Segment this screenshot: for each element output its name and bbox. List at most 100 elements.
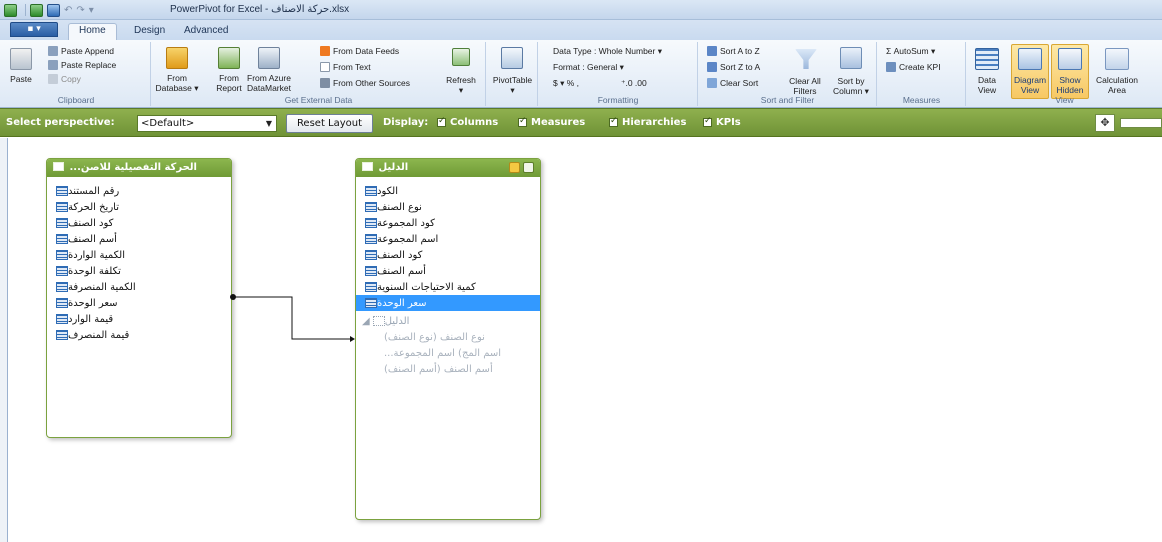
table-directory[interactable]: الدليل الكود نوع الصنف كود المجموعة اسم … xyxy=(355,158,541,520)
table-column[interactable]: الكمية الواردة xyxy=(47,247,231,263)
paste-replace-button[interactable]: Paste Replace xyxy=(48,59,116,71)
decimal-buttons[interactable]: ⁺.0 .00 xyxy=(621,77,647,89)
pan-zoom-icon[interactable]: ✥ xyxy=(1095,114,1115,132)
table-column[interactable]: كود الصنف xyxy=(47,215,231,231)
column-icon xyxy=(56,266,68,276)
minimize-table-icon[interactable] xyxy=(523,162,534,173)
clear-sort-button[interactable]: Clear Sort xyxy=(707,77,758,89)
tab-design[interactable]: Design xyxy=(134,24,165,40)
measures-checkbox[interactable]: Measures xyxy=(518,116,585,128)
hierarchy-level[interactable]: ...اسم المج) اسم المجموعة xyxy=(356,345,540,361)
from-database-line2: Database ▾ xyxy=(155,83,199,93)
paste-button[interactable]: Paste xyxy=(4,74,38,84)
sort-by-column-button[interactable]: Sort by Column ▾ xyxy=(827,76,875,96)
from-database-button[interactable]: From Database ▾ xyxy=(152,73,202,93)
customize-qat-icon[interactable]: ▾ xyxy=(89,5,94,16)
from-azure-datamarket-button[interactable]: From Azure DataMarket xyxy=(246,73,292,93)
table-column[interactable]: تكلفة الوحدة xyxy=(47,263,231,279)
copy-button[interactable]: Copy xyxy=(48,73,81,85)
clear-all-filters-button[interactable]: Clear All Filters xyxy=(783,76,827,96)
table-movements-detail[interactable]: ...الحركة التفصيلية للاصن رقم المستند تا… xyxy=(46,158,232,438)
columns-checkbox[interactable]: Columns xyxy=(437,116,498,128)
table-column[interactable]: قيمة المنصرف xyxy=(47,327,231,343)
table-column-selected[interactable]: سعر الوحدة xyxy=(356,295,540,311)
calculation-area-button[interactable]: Calculation Area xyxy=(1093,75,1141,95)
perspective-dropdown[interactable]: <Default> ▼ xyxy=(137,115,277,132)
column-icon xyxy=(56,314,68,324)
hierarchies-checkbox[interactable]: Hierarchies xyxy=(609,116,686,128)
paste-icon[interactable] xyxy=(10,48,32,70)
from-text-button[interactable]: From Text xyxy=(320,61,371,73)
hierarchy-level[interactable]: (أسم الصنف) أسم الصنف xyxy=(356,361,540,377)
save-icon[interactable] xyxy=(47,3,60,17)
table-column[interactable]: كود الصنف xyxy=(356,247,540,263)
tab-home[interactable]: Home xyxy=(68,23,117,41)
pivottable-button[interactable]: PivotTable ▾ xyxy=(487,75,538,95)
measures-group: Σ AutoSum ▾ Create KPI Measures xyxy=(878,42,966,106)
external-data-group-label: Get External Data xyxy=(284,95,353,105)
sort-by-line1: Sort by xyxy=(837,76,865,86)
column-name: الكمية الواردة xyxy=(68,249,125,261)
maximize-table-icon[interactable] xyxy=(509,162,520,173)
hierarchy-expand-icon[interactable]: ◢ xyxy=(362,316,370,327)
table-column[interactable]: الكمية المنصرفة xyxy=(47,279,231,295)
column-name: رقم المستند xyxy=(68,185,120,197)
file-menu-button[interactable]: ▪ ▾ xyxy=(10,22,58,37)
table-column[interactable]: أسم الصنف xyxy=(47,231,231,247)
from-other-sources-button[interactable]: From Other Sources xyxy=(320,77,410,89)
column-name: تاريخ الحركة xyxy=(68,201,119,213)
data-type-dropdown[interactable]: Data Type : Whole Number ▾ xyxy=(553,45,662,57)
column-name: كود المجموعة xyxy=(377,217,435,229)
create-kpi-button[interactable]: Create KPI xyxy=(886,61,941,73)
column-icon xyxy=(56,250,68,260)
table-column[interactable]: نوع الصنف xyxy=(356,199,540,215)
column-name: أسم الصنف xyxy=(68,233,117,245)
data-view-button[interactable]: Data View xyxy=(971,75,1003,95)
table-header[interactable]: ...الحركة التفصيلية للاصن xyxy=(47,159,231,177)
excel-switch-icon[interactable] xyxy=(30,3,43,17)
table-column[interactable]: قيمة الوارد xyxy=(47,311,231,327)
table-column[interactable]: تاريخ الحركة xyxy=(47,199,231,215)
autosum-button[interactable]: Σ AutoSum ▾ xyxy=(886,45,935,57)
table-column[interactable]: اسم المجموعة xyxy=(356,231,540,247)
sort-z-a-label: Sort Z to A xyxy=(720,62,761,72)
reset-layout-button[interactable]: Reset Layout xyxy=(286,114,373,133)
powerpivot-app-icon[interactable] xyxy=(4,3,17,17)
table-column[interactable]: كود المجموعة xyxy=(356,215,540,231)
table-column[interactable]: رقم المستند xyxy=(47,183,231,199)
format-dropdown[interactable]: Format : General ▾ xyxy=(553,61,624,73)
tab-advanced[interactable]: Advanced xyxy=(184,24,228,40)
sort-a-z-button[interactable]: Sort A to Z xyxy=(707,45,760,57)
perspective-selected-value: <Default> xyxy=(141,118,195,129)
measures-group-label: Measures xyxy=(902,95,941,105)
table-column[interactable]: كمية الاحتياجات السنوية xyxy=(356,279,540,295)
show-hidden-line1: Show xyxy=(1059,75,1081,85)
hierarchy-item[interactable]: ◢ الدليل xyxy=(356,313,540,329)
paste-append-button[interactable]: Paste Append xyxy=(48,45,114,57)
copy-icon xyxy=(48,74,58,84)
show-hidden-button[interactable]: Show Hidden xyxy=(1051,75,1089,95)
external-data-group: From Database ▾ From Report From Azure Data… xyxy=(152,42,486,106)
checkbox-checked-icon xyxy=(437,116,446,127)
table-column[interactable]: سعر الوحدة xyxy=(47,295,231,311)
diagram-view-line1: Diagram xyxy=(1013,75,1047,85)
undo-icon[interactable]: ↶ xyxy=(64,5,72,16)
paste-append-label: Paste Append xyxy=(61,46,114,56)
table-column[interactable]: الكود xyxy=(356,183,540,199)
show-hidden-line2: Hidden xyxy=(1056,85,1084,95)
redo-icon[interactable]: ↷ xyxy=(76,5,84,16)
currency-format-button[interactable]: $ ▾ % , xyxy=(553,77,579,89)
kpis-checkbox[interactable]: KPIs xyxy=(703,116,741,128)
feed-icon xyxy=(320,46,330,56)
from-data-feeds-button[interactable]: From Data Feeds xyxy=(320,45,399,57)
hierarchy-level[interactable]: (نوع الصنف) نوع الصنف xyxy=(356,329,540,345)
sort-z-a-button[interactable]: Sort Z to A xyxy=(707,61,760,73)
table-column[interactable]: أسم الصنف xyxy=(356,263,540,279)
column-icon xyxy=(365,186,377,196)
diagram-view-button[interactable]: Diagram View xyxy=(1011,75,1049,95)
zoom-slider[interactable] xyxy=(1120,118,1162,128)
column-name: سعر الوحدة xyxy=(68,297,118,309)
from-report-button[interactable]: From Report xyxy=(214,73,244,93)
from-azure-line2: DataMarket xyxy=(247,83,291,93)
refresh-button[interactable]: Refresh ▾ xyxy=(438,75,484,95)
